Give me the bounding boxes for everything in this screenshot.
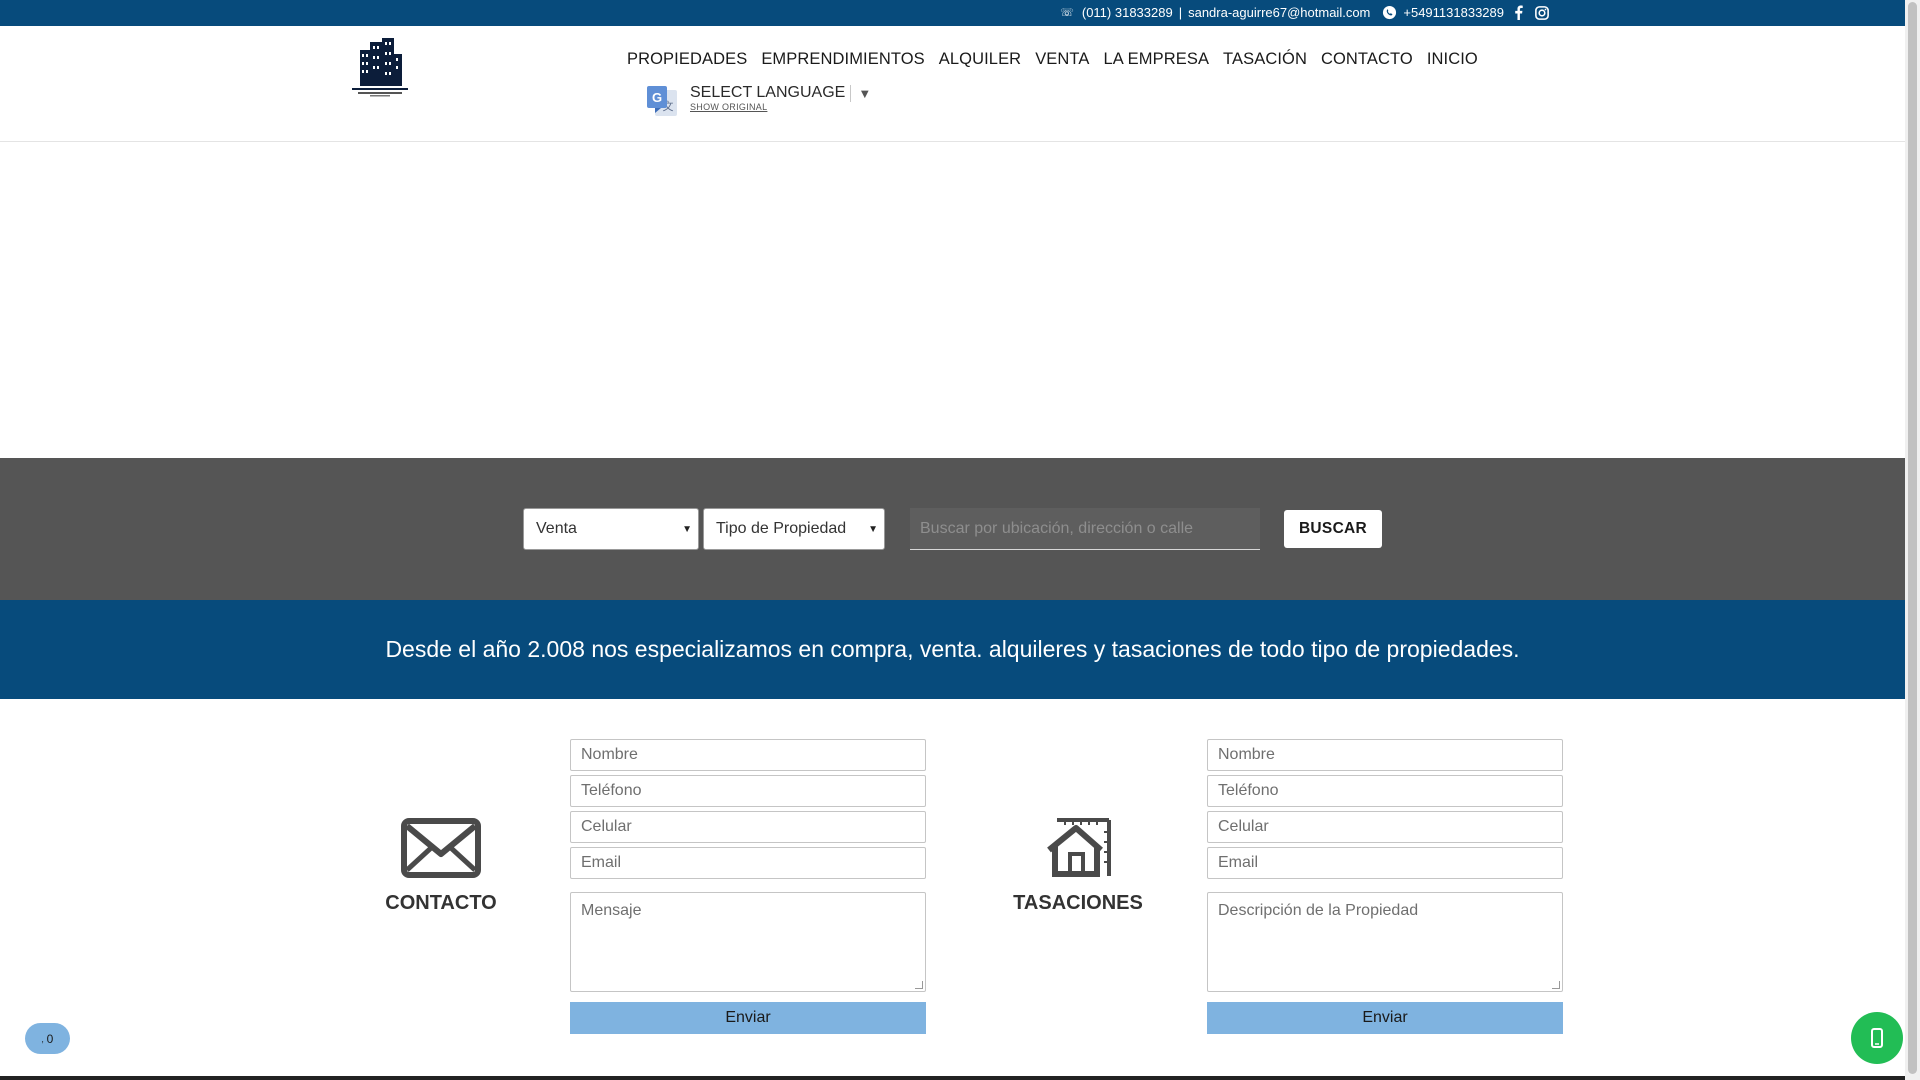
top-email[interactable]: sandra-aguirre67@hotmail.com [1188, 5, 1370, 20]
contact-message-placeholder: Mensaje [581, 902, 642, 919]
main-nav: PROPIEDADES EMPRENDIMIENTOS ALQUILER VEN… [620, 50, 1485, 69]
resize-grip-icon[interactable] [915, 981, 923, 989]
contact-envelope-icon [401, 818, 481, 878]
heart-icon: ‚ [41, 1033, 44, 1044]
valuation-description-field[interactable]: Descripción de la Propiedad [1207, 892, 1563, 992]
nav-emprendimientos[interactable]: EMPRENDIMIENTOS [754, 50, 931, 69]
contact-mobile-field[interactable]: Celular [570, 811, 926, 843]
resize-grip-icon[interactable] [1552, 981, 1560, 989]
language-select-label: SELECT LANGUAGE [690, 84, 846, 101]
google-translate-icon: 文 G [645, 84, 679, 118]
footer-edge [0, 1076, 1905, 1080]
whatsapp-icon[interactable] [1382, 5, 1397, 20]
tagline-band: Desde el año 2.008 nos especializamos en… [0, 600, 1905, 699]
vertical-scrollbar[interactable] [1905, 0, 1920, 1080]
valuation-phone-field[interactable]: Teléfono [1207, 775, 1563, 807]
svg-text:G: G [652, 90, 662, 105]
whatsapp-float-button[interactable] [1851, 1012, 1903, 1064]
house-valuation-icon [1043, 814, 1113, 878]
top-contact-bar: ☏ (011) 31833289 | sandra-aguirre67@hotm… [0, 0, 1905, 26]
top-separator: | [1178, 5, 1183, 20]
top-phone[interactable]: (011) 31833289 [1082, 5, 1173, 20]
nav-tasacion[interactable]: TASACIÓN [1216, 50, 1314, 69]
tasaciones-title: TASACIONES [1013, 892, 1143, 914]
nav-contacto[interactable]: CONTACTO [1314, 50, 1420, 69]
language-select-divider [850, 84, 852, 102]
nav-alquiler[interactable]: ALQUILER [932, 50, 1028, 69]
language-select[interactable]: SELECT LANGUAGE ▼ [690, 84, 871, 102]
valuation-submit-button[interactable]: Enviar [1207, 1002, 1563, 1034]
nav-inicio[interactable]: INICIO [1420, 50, 1485, 69]
show-original-link[interactable]: SHOW ORIGINAL [690, 102, 871, 112]
tagline-text: Desde el año 2.008 nos especializamos en… [385, 636, 1520, 662]
phone-icon: ☏ [1060, 7, 1074, 19]
chevron-down-icon: ▼ [682, 523, 692, 535]
favorites-counter-badge[interactable]: ‚ 0 [25, 1023, 70, 1054]
valuation-mobile-field[interactable]: Celular [1207, 811, 1563, 843]
instagram-icon[interactable] [1535, 5, 1549, 20]
contacto-title: CONTACTO [385, 892, 497, 914]
chevron-down-icon: ▼ [868, 523, 878, 535]
top-contact-info: ☏ (011) 31833289 | sandra-aguirre67@hotm… [1060, 5, 1549, 20]
operation-select-value: Venta [536, 520, 577, 537]
google-translate-widget: 文 G SELECT LANGUAGE ▼ SHOW ORIGINAL [645, 84, 871, 118]
scrollbar-thumb[interactable] [1908, 2, 1917, 1074]
valuation-name-field[interactable]: Nombre [1207, 739, 1563, 771]
contact-email-field[interactable]: Email [570, 847, 926, 879]
search-band: Venta ▼ Tipo de Propiedad ▼ Buscar por u… [0, 458, 1905, 600]
facebook-icon[interactable] [1514, 5, 1523, 20]
nav-venta[interactable]: VENTA [1028, 50, 1096, 69]
valuation-description-placeholder: Descripción de la Propiedad [1218, 902, 1419, 919]
contact-message-field[interactable]: Mensaje [570, 892, 926, 992]
top-whatsapp-number[interactable]: +5491131833289 [1403, 5, 1504, 20]
chevron-down-icon: ▼ [858, 85, 872, 101]
valuation-email-field[interactable]: Email [1207, 847, 1563, 879]
property-type-select-value: Tipo de Propiedad [716, 520, 847, 537]
contact-submit-button[interactable]: Enviar [570, 1002, 926, 1034]
whatsapp-icon [1871, 1028, 1883, 1048]
operation-select[interactable]: Venta ▼ [523, 508, 699, 550]
favorites-count: 0 [46, 1031, 54, 1046]
contact-phone-field[interactable]: Teléfono [570, 775, 926, 807]
search-button[interactable]: BUSCAR [1284, 510, 1382, 548]
property-type-select[interactable]: Tipo de Propiedad ▼ [703, 508, 885, 550]
nav-propiedades[interactable]: PROPIEDADES [620, 50, 754, 69]
nav-la-empresa[interactable]: LA EMPRESA [1097, 50, 1217, 69]
site-logo[interactable] [350, 36, 410, 98]
location-search-input[interactable]: Buscar por ubicación, dirección o calle [910, 508, 1260, 550]
forms-section: CONTACTO Nombre Teléfono Celular Email M… [0, 699, 1905, 1076]
site-header: PROPIEDADES EMPRENDIMIENTOS ALQUILER VEN… [0, 26, 1905, 142]
hero-banner [0, 143, 1905, 458]
contact-name-field[interactable]: Nombre [570, 739, 926, 771]
